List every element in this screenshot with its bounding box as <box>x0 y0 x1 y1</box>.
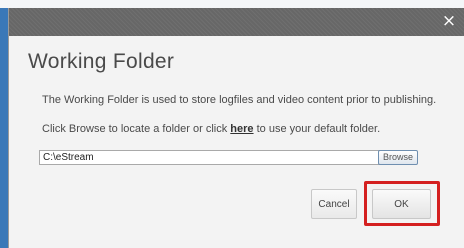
dialog-instruction: Click Browse to locate a folder or click… <box>42 123 380 135</box>
default-folder-link[interactable]: here <box>230 123 253 135</box>
background-top-band <box>0 0 464 8</box>
instruction-text-before: Click Browse to locate a folder or click <box>42 123 231 135</box>
cancel-button[interactable]: Cancel <box>311 189 357 219</box>
ok-button[interactable]: OK <box>372 189 431 219</box>
close-icon[interactable]: × <box>441 12 457 30</box>
instruction-text-after: to use your default folder. <box>253 123 381 135</box>
dialog-title: Working Folder <box>28 50 175 73</box>
background-app-edge <box>0 0 8 248</box>
dialog-description: The Working Folder is used to store logf… <box>42 94 437 106</box>
browse-button[interactable]: Browse <box>378 150 418 165</box>
working-folder-path-input[interactable] <box>39 150 381 165</box>
dialog-titlebar: × <box>9 8 464 36</box>
